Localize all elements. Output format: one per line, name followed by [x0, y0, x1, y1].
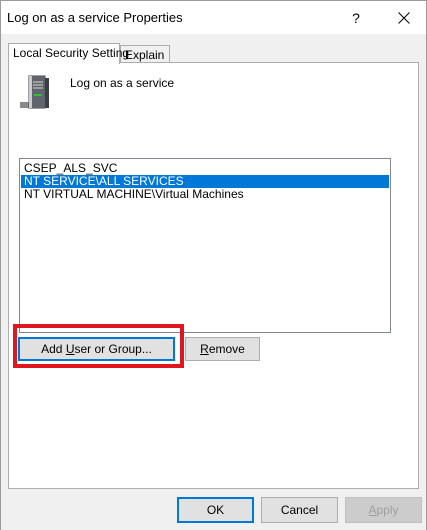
list-item[interactable]: NT VIRTUAL MACHINE\Virtual Machines [21, 188, 389, 201]
tab-label: Local Security Setting [13, 46, 130, 60]
close-button[interactable] [381, 1, 426, 34]
cancel-button-label: Cancel [280, 503, 319, 517]
local-security-setting-panel: Log on as a service CSEP_ALS_SVC NT SERV… [8, 62, 419, 489]
policy-name: Log on as a service [70, 76, 175, 90]
accounts-listbox[interactable]: CSEP_ALS_SVC NT SERVICE\ALL SERVICES NT … [19, 158, 391, 333]
title-bar[interactable]: Log on as a service Properties ? [1, 1, 426, 34]
remove-button-label: Remove [200, 342, 245, 356]
help-button[interactable]: ? [337, 1, 375, 34]
ok-button-label: OK [206, 503, 225, 517]
apply-button[interactable]: Apply [345, 497, 422, 523]
apply-button-label: Apply [368, 503, 399, 517]
annotation-highlight [13, 324, 184, 368]
server-icon [20, 75, 49, 109]
remove-button[interactable]: Remove [185, 337, 260, 361]
close-icon [397, 11, 410, 24]
cancel-button[interactable]: Cancel [261, 497, 338, 523]
ok-button[interactable]: OK [177, 497, 254, 523]
window-title: Log on as a service Properties [7, 10, 183, 25]
tab-local-security-setting[interactable]: Local Security Setting [8, 43, 129, 64]
properties-dialog: Log on as a service Properties ? Local S… [0, 0, 427, 530]
tab-label: Explain [125, 48, 165, 62]
help-icon: ? [352, 9, 360, 26]
